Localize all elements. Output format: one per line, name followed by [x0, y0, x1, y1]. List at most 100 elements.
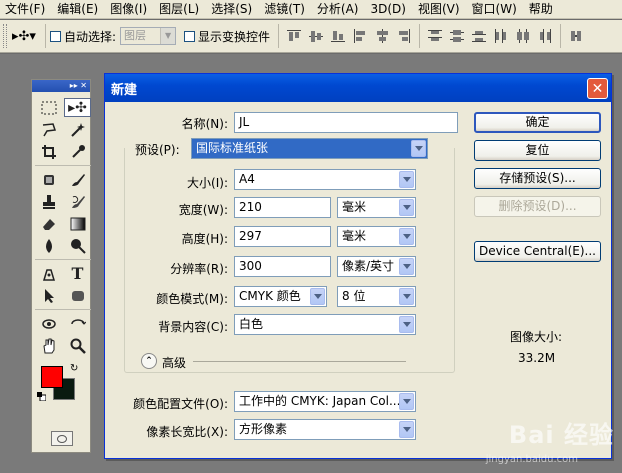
- move-tool-icon[interactable]: ▸✣: [64, 98, 91, 117]
- size-dropdown[interactable]: A4: [234, 169, 416, 190]
- chevron-down-icon: [399, 421, 414, 438]
- color-mode-label: 颜色模式(M):: [156, 292, 228, 306]
- default-colors-icon[interactable]: [37, 392, 46, 401]
- size-value: A4: [239, 172, 255, 186]
- chevron-down-icon: [399, 316, 414, 333]
- tools-palette: ▸▸ ✕ ▸✣ T ↻: [31, 79, 91, 453]
- healing-brush-tool-icon[interactable]: [35, 170, 62, 189]
- distribute-left-edges-icon[interactable]: [492, 27, 510, 45]
- blur-tool-icon[interactable]: [35, 236, 62, 255]
- clone-stamp-tool-icon[interactable]: [35, 192, 62, 211]
- width-input[interactable]: 210: [234, 197, 331, 218]
- device-central-button[interactable]: Device Central(E)...: [474, 241, 601, 262]
- distribute-top-edges-icon[interactable]: [426, 27, 444, 45]
- menu-edit[interactable]: 编辑(E): [52, 0, 105, 19]
- magic-wand-tool-icon[interactable]: [64, 120, 91, 139]
- name-input[interactable]: JL: [234, 112, 458, 133]
- lasso-tool-icon[interactable]: [35, 120, 62, 139]
- advanced-collapse-icon[interactable]: ⌃: [141, 353, 157, 369]
- dialog-title: 新建: [111, 82, 138, 98]
- eraser-tool-icon[interactable]: [35, 214, 62, 233]
- distribute-horizontal-centers-icon[interactable]: [514, 27, 532, 45]
- height-unit-dropdown[interactable]: 毫米: [337, 226, 416, 247]
- menu-file[interactable]: 文件(F): [0, 0, 52, 19]
- preset-dropdown[interactable]: 国际标准纸张: [191, 138, 428, 159]
- move-tool-preset-icon[interactable]: ▸✣▾: [7, 24, 41, 48]
- chevron-down-icon: [399, 393, 414, 410]
- resolution-unit-dropdown[interactable]: 像素/英寸: [337, 256, 416, 277]
- separator: [560, 24, 562, 48]
- menu-analysis[interactable]: 分析(A): [312, 0, 366, 19]
- menu-view[interactable]: 视图(V): [413, 0, 467, 19]
- menu-3d[interactable]: 3D(D): [365, 0, 412, 19]
- resolution-input[interactable]: 300: [234, 256, 331, 277]
- swap-colors-icon[interactable]: ↻: [70, 363, 78, 374]
- tools-palette-titlebar[interactable]: ▸▸ ✕: [32, 80, 90, 92]
- baidu-watermark-logo: Bai 经验: [508, 421, 614, 449]
- chevron-down-icon: [399, 199, 414, 216]
- ok-button[interactable]: 确定: [474, 112, 601, 133]
- path-selection-tool-icon[interactable]: [35, 286, 62, 305]
- align-horizontal-centers-icon[interactable]: [373, 27, 391, 45]
- bit-depth-dropdown[interactable]: 8 位: [337, 286, 416, 307]
- menu-image[interactable]: 图像(I): [105, 0, 154, 19]
- show-transform-checkbox[interactable]: [184, 30, 196, 42]
- menu-window[interactable]: 窗口(W): [467, 0, 524, 19]
- chevron-down-icon: [411, 140, 426, 157]
- menu-filter[interactable]: 滤镜(T): [259, 0, 312, 19]
- close-button[interactable]: ✕: [587, 78, 608, 99]
- menu-layer[interactable]: 图层(L): [154, 0, 206, 19]
- 3d-rotate-tool-icon[interactable]: [35, 314, 62, 333]
- align-top-edges-icon[interactable]: [285, 27, 303, 45]
- reset-button[interactable]: 复位: [474, 140, 601, 161]
- distribute-right-edges-icon[interactable]: [536, 27, 554, 45]
- dodge-tool-icon[interactable]: [64, 236, 91, 255]
- chevron-down-icon: ▼: [160, 28, 176, 44]
- pixel-aspect-ratio-label: 像素长宽比(X):: [146, 425, 228, 439]
- eyedropper-tool-icon[interactable]: [64, 142, 91, 161]
- type-tool-icon[interactable]: T: [64, 264, 91, 283]
- pixel-aspect-ratio-dropdown[interactable]: 方形像素: [234, 419, 416, 440]
- height-label: 高度(H):: [181, 232, 228, 246]
- width-label: 宽度(W):: [178, 203, 228, 217]
- hand-tool-icon[interactable]: [35, 336, 62, 355]
- chevron-down-icon: [399, 228, 414, 245]
- crop-tool-icon[interactable]: [35, 142, 62, 161]
- align-left-edges-icon[interactable]: [351, 27, 369, 45]
- history-brush-tool-icon[interactable]: [64, 192, 91, 211]
- menu-help[interactable]: 帮助: [524, 0, 560, 19]
- delete-preset-button[interactable]: 删除预设(D)...: [474, 196, 601, 217]
- gradient-tool-icon[interactable]: [64, 214, 91, 233]
- auto-align-layers-icon[interactable]: [567, 27, 585, 45]
- distribute-vertical-centers-icon[interactable]: [448, 27, 466, 45]
- zoom-tool-icon[interactable]: [64, 336, 91, 355]
- menu-select[interactable]: 选择(S): [206, 0, 259, 19]
- background-contents-dropdown[interactable]: 白色: [234, 314, 416, 335]
- background-contents-label: 背景内容(C):: [158, 320, 228, 334]
- chevron-down-icon: [399, 288, 414, 305]
- dialog-titlebar[interactable]: 新建 ✕: [105, 74, 611, 102]
- pen-tool-icon[interactable]: [35, 264, 62, 283]
- height-input[interactable]: 297: [234, 226, 331, 247]
- color-profile-dropdown[interactable]: 工作中的 CMYK: Japan Col...: [234, 391, 416, 412]
- distribute-bottom-edges-icon[interactable]: [470, 27, 488, 45]
- menu-bar: 文件(F) 编辑(E) 图像(I) 图层(L) 选择(S) 滤镜(T) 分析(A…: [0, 0, 622, 19]
- collapse-palette-icon[interactable]: ▸▸ ✕: [70, 82, 87, 90]
- align-right-edges-icon[interactable]: [395, 27, 413, 45]
- marquee-tool-icon[interactable]: [35, 98, 62, 117]
- brush-tool-icon[interactable]: [64, 170, 91, 189]
- align-vertical-centers-icon[interactable]: [307, 27, 325, 45]
- save-preset-button[interactable]: 存储预设(S)...: [474, 168, 601, 189]
- color-mode-dropdown[interactable]: CMYK 颜色: [234, 286, 327, 307]
- align-bottom-edges-icon[interactable]: [329, 27, 347, 45]
- 3d-orbit-tool-icon[interactable]: [64, 314, 91, 333]
- auto-select-target-dropdown[interactable]: 图层 ▼: [120, 27, 177, 45]
- quick-mask-button[interactable]: [51, 431, 73, 446]
- auto-select-checkbox[interactable]: [50, 30, 61, 42]
- chevron-down-icon: [399, 171, 414, 188]
- separator: [278, 24, 280, 48]
- shape-tool-icon[interactable]: [64, 286, 91, 305]
- width-unit-dropdown[interactable]: 毫米: [337, 197, 416, 218]
- foreground-color-swatch[interactable]: [41, 366, 63, 388]
- separator: [45, 24, 46, 48]
